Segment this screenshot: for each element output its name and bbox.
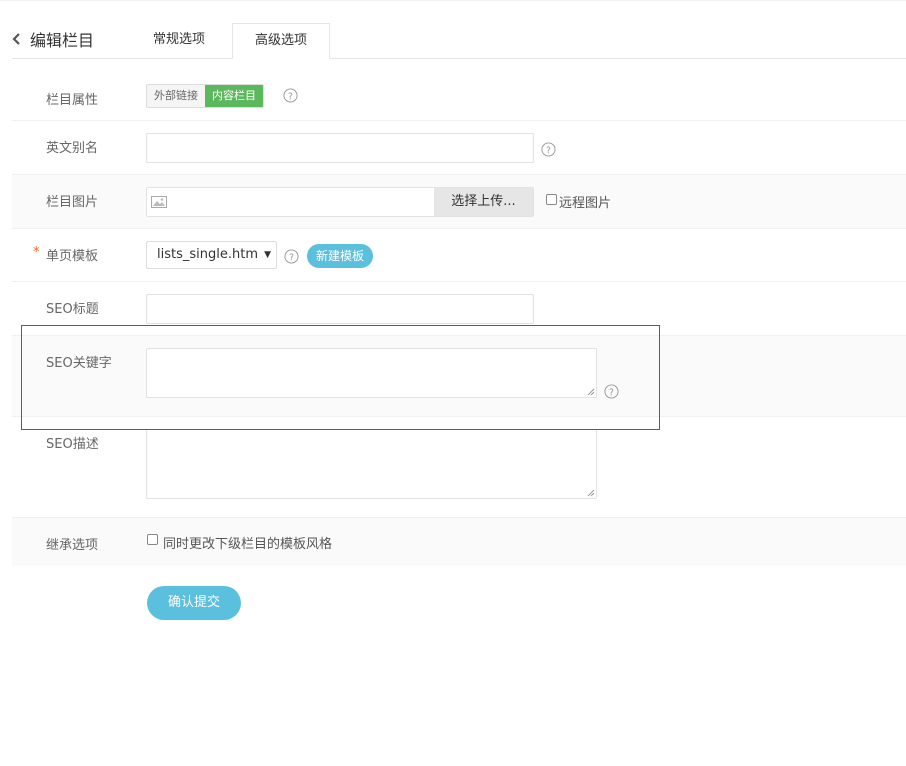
svg-text:?: ?	[546, 145, 551, 156]
new-template-button[interactable]: 新建模板	[307, 244, 374, 268]
help-icon[interactable]: ?	[283, 88, 298, 103]
image-icon	[151, 196, 167, 208]
seo-title-input[interactable]	[146, 294, 534, 324]
required-mark: *	[33, 245, 40, 260]
resize-grip-icon[interactable]	[587, 388, 595, 396]
row-seo-description: SEO描述	[12, 417, 906, 518]
seo-description-label: SEO描述	[46, 437, 99, 452]
row-seo-keywords: SEO关键字 ?	[12, 336, 906, 417]
help-icon[interactable]: ?	[541, 142, 556, 157]
option-external-link[interactable]: 外部链接	[147, 85, 205, 107]
svg-text:?: ?	[609, 387, 614, 398]
inherit-checkbox-label: 同时更改下级栏目的模板风格	[163, 537, 333, 552]
tabs-divider	[12, 58, 906, 59]
chevron-left-icon	[12, 33, 20, 45]
row-attribute: 栏目属性 外部链接 内容栏目 ?	[12, 70, 906, 121]
alias-input[interactable]	[146, 133, 534, 163]
remote-image-label: 远程图片	[559, 196, 612, 211]
page-title: 编辑栏目	[30, 31, 95, 50]
upload-button[interactable]: 选择上传...	[434, 188, 533, 216]
row-template: * 单页模板 lists_single.htm ▼ ? 新建模板	[12, 229, 906, 282]
attribute-toggle: 外部链接 内容栏目	[146, 84, 264, 108]
image-input[interactable]: 选择上传...	[146, 187, 534, 217]
seo-keywords-label: SEO关键字	[46, 356, 112, 371]
caret-down-icon: ▼	[264, 250, 271, 260]
seo-title-label: SEO标题	[46, 302, 99, 317]
submit-button[interactable]: 确认提交	[147, 586, 241, 620]
svg-text:?: ?	[288, 91, 293, 102]
help-icon[interactable]: ?	[604, 384, 619, 399]
row-seo-title: SEO标题	[12, 282, 906, 336]
tab-advanced[interactable]: 高级选项	[232, 23, 330, 59]
attribute-label: 栏目属性	[46, 93, 99, 108]
inherit-label: 继承选项	[46, 538, 99, 553]
seo-keywords-textarea[interactable]	[146, 348, 597, 398]
back-button[interactable]: 编辑栏目	[12, 27, 94, 51]
image-label: 栏目图片	[46, 195, 99, 210]
row-image: 栏目图片 选择上传... 远程图片	[12, 175, 906, 229]
template-select-value: lists_single.htm	[157, 247, 258, 262]
alias-label: 英文别名	[46, 141, 99, 156]
remote-image-checkbox[interactable]	[546, 194, 557, 205]
seo-description-textarea[interactable]	[146, 429, 597, 499]
template-select[interactable]: lists_single.htm ▼	[146, 241, 277, 269]
resize-grip-icon[interactable]	[587, 489, 595, 497]
template-label: 单页模板	[46, 249, 99, 264]
row-inherit: 继承选项 同时更改下级栏目的模板风格	[12, 518, 906, 566]
inherit-checkbox[interactable]	[147, 534, 158, 545]
page-header: 编辑栏目 常规选项 高级选项	[0, 0, 906, 59]
tab-general[interactable]: 常规选项	[135, 23, 223, 59]
option-content-column[interactable]: 内容栏目	[205, 85, 263, 107]
help-icon[interactable]: ?	[284, 249, 299, 264]
svg-text:?: ?	[289, 252, 294, 263]
row-alias: 英文别名 ?	[12, 121, 906, 175]
